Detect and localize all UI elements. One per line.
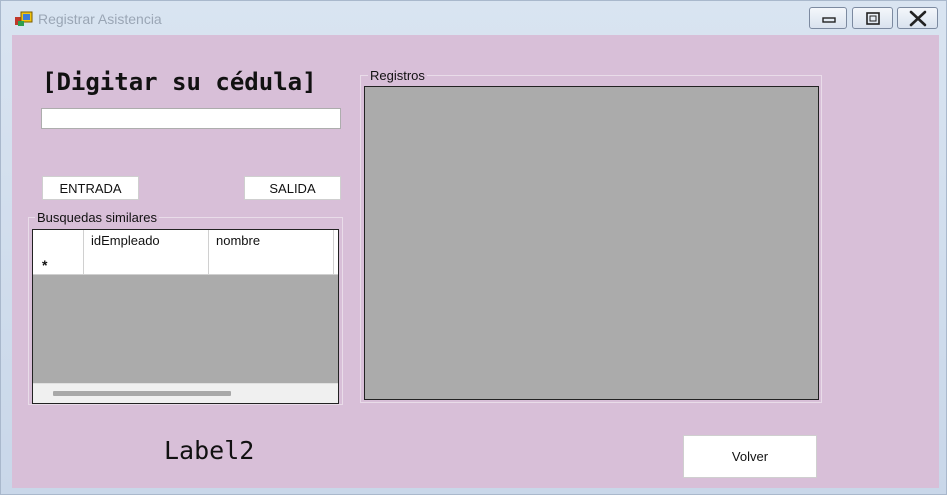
column-header-nombre[interactable]: nombre xyxy=(209,230,334,253)
new-row-nombre-cell[interactable] xyxy=(209,253,334,274)
maximize-button[interactable] xyxy=(852,7,893,29)
volver-button[interactable]: Volver xyxy=(683,435,817,478)
row-header-corner xyxy=(33,230,84,253)
salida-button[interactable]: SALIDA xyxy=(244,176,341,200)
window-title: Registrar Asistencia xyxy=(38,11,162,27)
minimize-button[interactable] xyxy=(809,7,847,29)
new-row-marker: * xyxy=(33,253,84,274)
close-button[interactable] xyxy=(897,7,938,29)
app-window: Registrar Asistencia [Digitar su cédula]… xyxy=(0,0,947,495)
app-form-icon xyxy=(15,11,33,27)
cedula-heading: [Digitar su cédula] xyxy=(42,68,317,96)
new-row-idempleado-cell[interactable] xyxy=(84,253,209,274)
entrada-button[interactable]: ENTRADA xyxy=(42,176,139,200)
grid-header-row: idEmpleado nombre xyxy=(33,230,338,254)
grid-horizontal-scrollbar[interactable] xyxy=(33,383,338,403)
cedula-input[interactable] xyxy=(41,108,341,129)
registros-label: Registros xyxy=(368,68,427,83)
title-bar[interactable]: Registrar Asistencia xyxy=(1,1,946,35)
column-header-idempleado[interactable]: idEmpleado xyxy=(84,230,209,253)
new-row[interactable]: * xyxy=(33,253,338,275)
busquedas-grid[interactable]: idEmpleado nombre * xyxy=(32,229,339,404)
scrollbar-thumb[interactable] xyxy=(53,391,231,396)
form-client-area: [Digitar su cédula] ENTRADA SALIDA Busqu… xyxy=(12,35,939,488)
label2-text: Label2 xyxy=(164,436,255,465)
busquedas-similares-label: Busquedas similares xyxy=(35,210,159,225)
registros-grid[interactable] xyxy=(364,86,819,400)
